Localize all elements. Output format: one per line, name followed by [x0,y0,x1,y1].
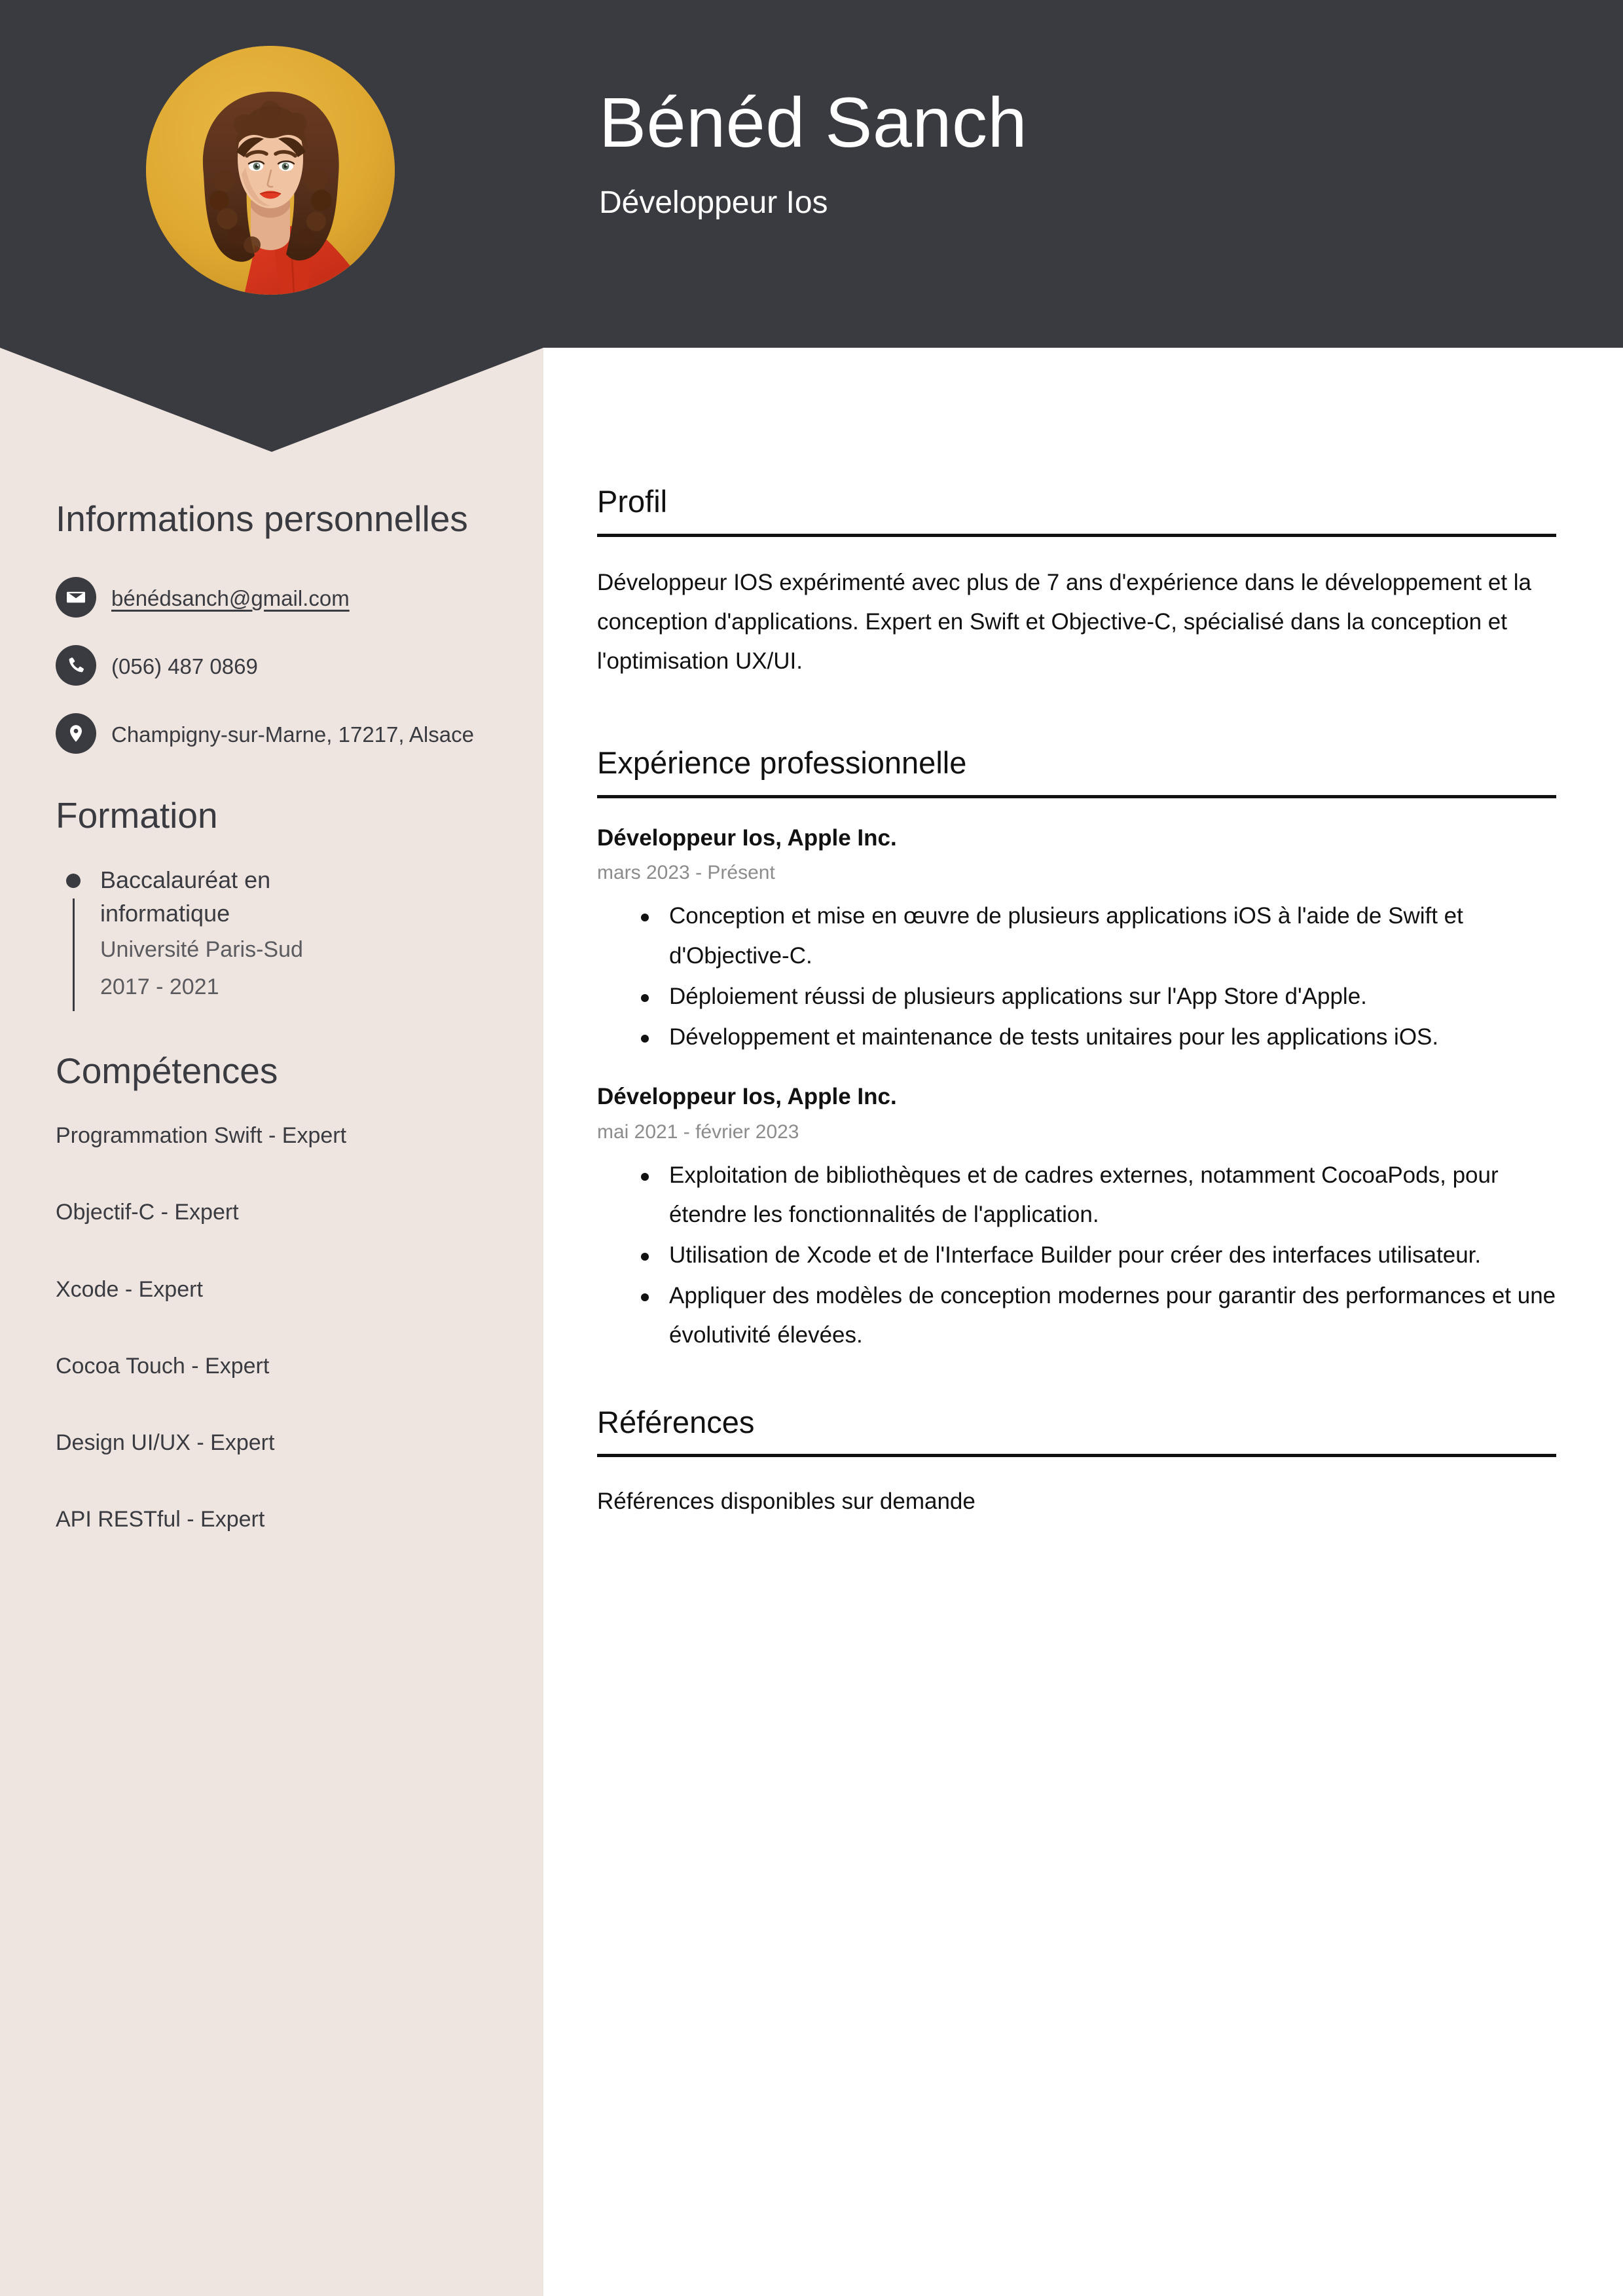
job-bullet: Appliquer des modèles de conception mode… [641,1276,1556,1355]
phone-icon [56,644,96,686]
education-degree: Baccalauréat en informatique [100,866,271,927]
skills-heading: Compétences [56,1050,278,1092]
education-dates: 2017 - 2021 [100,974,219,999]
skill-item: Design UI/UX - Expert [56,1430,275,1456]
job-dates: mai 2021 - février 2023 [597,1120,799,1143]
personal-info-section: Informations personnelles bénédsanch@gma… [56,498,494,754]
experience-section: Expérience professionnelle Développeur I… [597,746,1556,1355]
profile-heading: Profil [597,484,668,519]
location-pin-icon [56,713,96,754]
references-section: Références Références disponibles sur de… [597,1405,1556,1521]
job-bullet: Conception et mise en œuvre de plusieurs… [641,897,1556,975]
contact-item-phone[interactable]: (056) 487 0869 [56,644,494,686]
timeline-bullet-icon [66,873,81,888]
sidebar: Informations personnelles bénédsanch@gma… [56,498,494,1534]
avatar [146,46,395,295]
page-title: Bénéd Sanch [599,83,1028,162]
contact-item-email[interactable]: bénédsanch@gmail.com [56,576,494,618]
references-text: Références disponibles sur demande [597,1489,976,1515]
job-bullet: Utilisation de Xcode et de l'Interface B… [641,1236,1556,1275]
profile-text: Développeur IOS expérimenté avec plus de… [597,569,1532,674]
experience-item: Développeur Ios, Apple Inc. mars 2023 - … [597,823,1556,1057]
avatar-photo [146,46,395,295]
email-value[interactable]: bénédsanch@gmail.com [111,577,350,616]
profile-section: Profil Développeur IOS expérimenté avec … [597,484,1556,681]
education-school: Université Paris-Sud [100,937,303,962]
header-text-group: Bénéd Sanch Développeur Ios [599,85,1516,222]
job-bullet: Exploitation de bibliothèques et de cadr… [641,1156,1556,1234]
skill-item: Objectif-C - Expert [56,1200,239,1225]
job-title: Développeur Ios, Apple Inc. [597,824,897,851]
skills-section: Compétences Programmation Swift - Expert… [56,1050,494,1534]
job-bullet: Déploiement réussi de plusieurs applicat… [641,977,1556,1016]
main-content: Profil Développeur IOS expérimenté avec … [597,484,1556,1543]
skill-item: Cocoa Touch - Expert [56,1353,270,1379]
job-dates: mars 2023 - Présent [597,862,775,884]
skill-item: API RESTful - Expert [56,1507,265,1532]
formation-section: Formation Baccalauréat en informatique U… [56,794,494,1011]
envelope-icon [56,576,96,618]
experience-heading: Expérience professionnelle [597,745,967,781]
section-divider [597,533,1556,537]
job-title-subtitle: Développeur Ios [599,185,828,221]
education-item: Baccalauréat en informatique Université … [56,863,494,1011]
phone-value[interactable]: (056) 487 0869 [111,645,258,684]
job-bullet-list: Conception et mise en œuvre de plusieurs… [597,897,1556,1057]
personal-info-heading: Informations personnelles [56,498,468,539]
formation-heading: Formation [56,794,218,836]
job-bullet: Développement et maintenance de tests un… [641,1018,1556,1057]
contact-item-address: Champigny-sur-Marne, 17217, Alsace [56,713,494,754]
job-title: Développeur Ios, Apple Inc. [597,1084,897,1110]
skill-item: Xcode - Expert [56,1276,203,1302]
resume-page: Bénéd Sanch Développeur Ios Informations… [0,0,1623,2296]
job-bullet-list: Exploitation de bibliothèques et de cadr… [597,1156,1556,1356]
timeline-line [73,898,75,1011]
section-divider [597,1454,1556,1458]
contact-list: bénédsanch@gmail.com (056) 487 0869 Cham… [56,576,494,754]
section-divider [597,794,1556,798]
references-heading: Références [597,1404,755,1439]
address-value: Champigny-sur-Marne, 17217, Alsace [111,722,474,747]
experience-item: Développeur Ios, Apple Inc. mai 2021 - f… [597,1082,1556,1355]
skill-item: Programmation Swift - Expert [56,1123,347,1149]
